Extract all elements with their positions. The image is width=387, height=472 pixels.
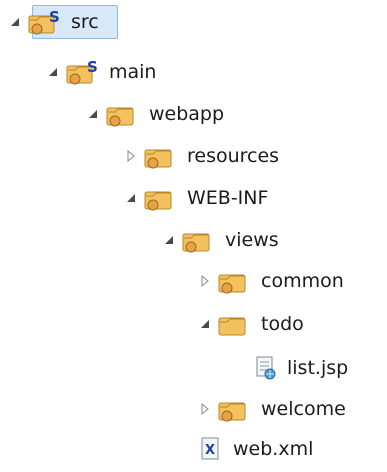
tree-item-src[interactable]: S src: [6, 3, 102, 41]
folder-icon: [144, 184, 180, 212]
tree-item-label: main: [109, 61, 157, 83]
source-badge: S: [49, 8, 60, 26]
tree-item-label: web.xml: [233, 438, 314, 460]
tree-item-label: WEB-INF: [187, 187, 269, 209]
collapse-toggle-icon[interactable]: [122, 137, 140, 175]
project-explorer-tree: S src S main webapp resources WEB-INF vi…: [0, 0, 387, 472]
expand-toggle-icon[interactable]: [44, 53, 62, 91]
tree-item-label: src: [71, 11, 99, 33]
tree-item-resources[interactable]: resources: [122, 137, 282, 175]
xml-badge: X: [205, 443, 215, 458]
tree-item-common[interactable]: common: [196, 262, 347, 300]
tree-item-list-jsp[interactable]: list.jsp: [246, 349, 351, 387]
tree-item-label: views: [225, 229, 279, 251]
expand-toggle-icon[interactable]: [6, 3, 24, 41]
tree-item-web-inf[interactable]: WEB-INF: [122, 179, 271, 217]
expand-toggle-icon[interactable]: [160, 221, 178, 259]
collapse-toggle-icon[interactable]: [196, 390, 214, 428]
tree-item-label: todo: [261, 313, 304, 335]
folder-icon: [106, 100, 142, 128]
tree-item-webapp[interactable]: webapp: [84, 95, 227, 133]
jsp-file-icon: [250, 354, 280, 382]
source-folder-icon: S: [28, 8, 64, 36]
folder-icon: [218, 310, 254, 338]
expand-toggle-icon[interactable]: [196, 305, 214, 343]
tree-item-todo[interactable]: todo: [196, 305, 307, 343]
tree-item-label: welcome: [261, 398, 346, 420]
tree-item-web-xml[interactable]: X web.xml: [192, 430, 316, 468]
tree-item-main[interactable]: S main: [44, 53, 159, 91]
source-folder-icon: S: [66, 58, 102, 86]
folder-icon: [218, 267, 254, 295]
source-badge: S: [87, 58, 98, 76]
tree-item-label: resources: [187, 145, 280, 167]
tree-item-welcome[interactable]: welcome: [196, 390, 349, 428]
expand-toggle-icon[interactable]: [122, 179, 140, 217]
folder-icon: [218, 395, 254, 423]
tree-item-views[interactable]: views: [160, 221, 282, 259]
folder-icon: [182, 226, 218, 254]
tree-item-label: webapp: [149, 103, 225, 125]
tree-item-label: list.jsp: [287, 357, 349, 379]
collapse-toggle-icon[interactable]: [196, 262, 214, 300]
expand-toggle-icon[interactable]: [84, 95, 102, 133]
tree-item-label: common: [261, 270, 344, 292]
xml-file-icon: X: [196, 435, 226, 463]
folder-icon: [144, 142, 180, 170]
